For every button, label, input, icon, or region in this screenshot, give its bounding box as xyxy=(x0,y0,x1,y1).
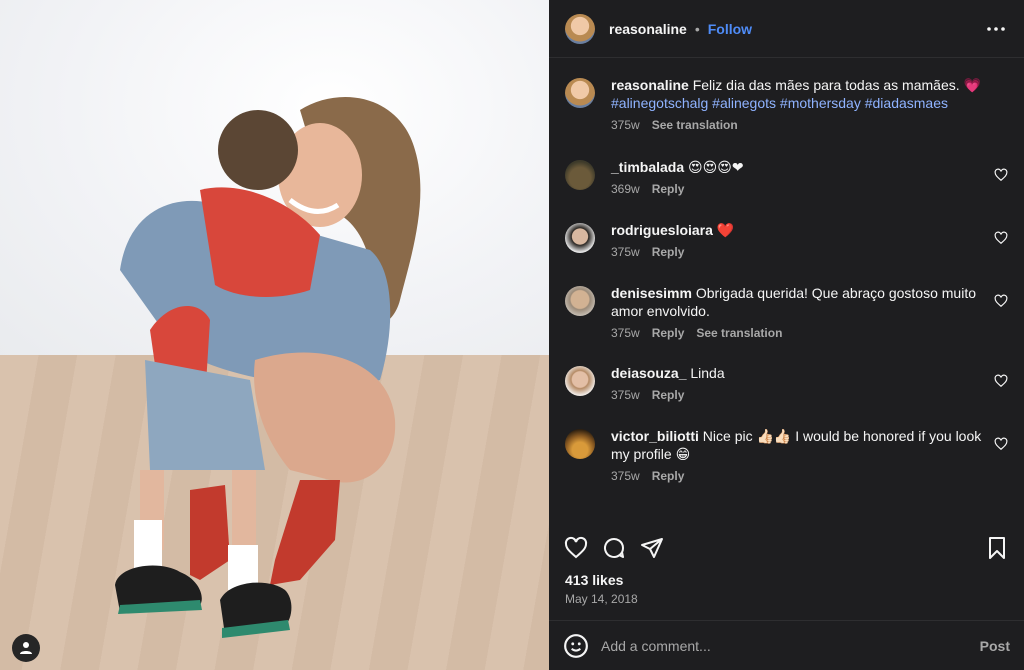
tagged-user-button[interactable] xyxy=(12,634,40,662)
post-photo[interactable] xyxy=(0,0,549,670)
comment-text: ❤️ xyxy=(716,222,735,238)
follow-button[interactable]: Follow xyxy=(708,21,752,37)
post-header: reasonaline • Follow xyxy=(549,0,1024,58)
avatar[interactable] xyxy=(565,429,595,459)
reply-button[interactable]: Reply xyxy=(652,469,685,483)
avatar[interactable] xyxy=(565,223,595,253)
photo-illustration xyxy=(115,97,421,638)
heart-icon[interactable] xyxy=(994,437,1008,451)
author-username[interactable]: reasonaline xyxy=(609,21,687,37)
comment-item: denisesimm Obrigada querida! Que abraço … xyxy=(565,284,1008,364)
avatar[interactable] xyxy=(565,160,595,190)
comment-age: 375w xyxy=(611,245,640,259)
post-comment-button[interactable]: Post xyxy=(980,638,1010,654)
reply-button[interactable]: Reply xyxy=(652,326,685,340)
comment-item: rodriguesloiara ❤️ 375w Reply xyxy=(565,221,1008,284)
comment-username[interactable]: deiasouza_ xyxy=(611,365,686,381)
paper-plane-icon[interactable] xyxy=(639,535,665,561)
likes-count[interactable]: 413 likes xyxy=(549,570,1024,590)
heart-icon[interactable] xyxy=(994,374,1008,388)
user-icon xyxy=(20,642,32,654)
comment-item: deiasouza_ Linda 375w Reply xyxy=(565,364,1008,427)
caption: reasonaline Feliz dia das mães para toda… xyxy=(565,76,1008,158)
comment-item: victor_biliotti Nice pic 👍🏻👍🏻 I would be… xyxy=(565,427,1008,507)
comment-icon[interactable] xyxy=(601,535,627,561)
comment-username[interactable]: _timbalada xyxy=(611,159,684,175)
post-sidebar: reasonaline • Follow reasonaline Feliz d… xyxy=(549,0,1024,670)
see-translation-button[interactable]: See translation xyxy=(652,118,738,132)
comment-text: Linda xyxy=(690,365,725,381)
post-viewer: reasonaline • Follow reasonaline Feliz d… xyxy=(0,0,1024,670)
comment-age: 375w xyxy=(611,388,640,402)
heart-icon[interactable] xyxy=(563,535,589,561)
see-translation-button[interactable]: See translation xyxy=(696,326,782,340)
add-comment-bar: Post xyxy=(549,620,1024,670)
avatar[interactable] xyxy=(565,366,595,396)
reply-button[interactable]: Reply xyxy=(652,388,685,402)
bookmark-icon[interactable] xyxy=(984,535,1010,561)
comment-age: 375w xyxy=(611,326,640,340)
caption-age: 375w xyxy=(611,118,640,132)
heart-icon[interactable] xyxy=(994,294,1008,308)
comment-age: 375w xyxy=(611,469,640,483)
caption-text: Feliz dia das mães para todas as mamães.… xyxy=(692,77,981,93)
reply-button[interactable]: Reply xyxy=(652,182,685,196)
emoji-icon[interactable] xyxy=(563,633,589,659)
comment-username[interactable]: denisesimm xyxy=(611,285,692,301)
comment-input[interactable] xyxy=(601,637,980,654)
comment-username[interactable]: rodriguesloiara xyxy=(611,222,713,238)
author-avatar[interactable] xyxy=(565,13,595,44)
caption-username[interactable]: reasonaline xyxy=(611,77,689,93)
comment-age: 369w xyxy=(611,182,640,196)
comment-text: 😍😍😍❤ xyxy=(688,159,744,175)
heart-icon[interactable] xyxy=(994,168,1008,182)
reply-button[interactable]: Reply xyxy=(652,245,685,259)
avatar[interactable] xyxy=(565,78,595,108)
caption-hashtags[interactable]: #alinegotschalg #alinegots #mothersday #… xyxy=(611,95,948,111)
action-bar xyxy=(549,526,1024,570)
comment-username[interactable]: victor_biliotti xyxy=(611,428,699,444)
more-options-icon[interactable] xyxy=(984,17,1008,41)
comment-item: _timbalada 😍😍😍❤ 369w Reply xyxy=(565,158,1008,221)
heart-icon[interactable] xyxy=(994,231,1008,245)
avatar[interactable] xyxy=(565,286,595,316)
comments-list[interactable]: reasonaline Feliz dia das mães para toda… xyxy=(549,58,1024,526)
separator-dot: • xyxy=(694,20,700,37)
post-date: May 14, 2018 xyxy=(565,592,638,606)
